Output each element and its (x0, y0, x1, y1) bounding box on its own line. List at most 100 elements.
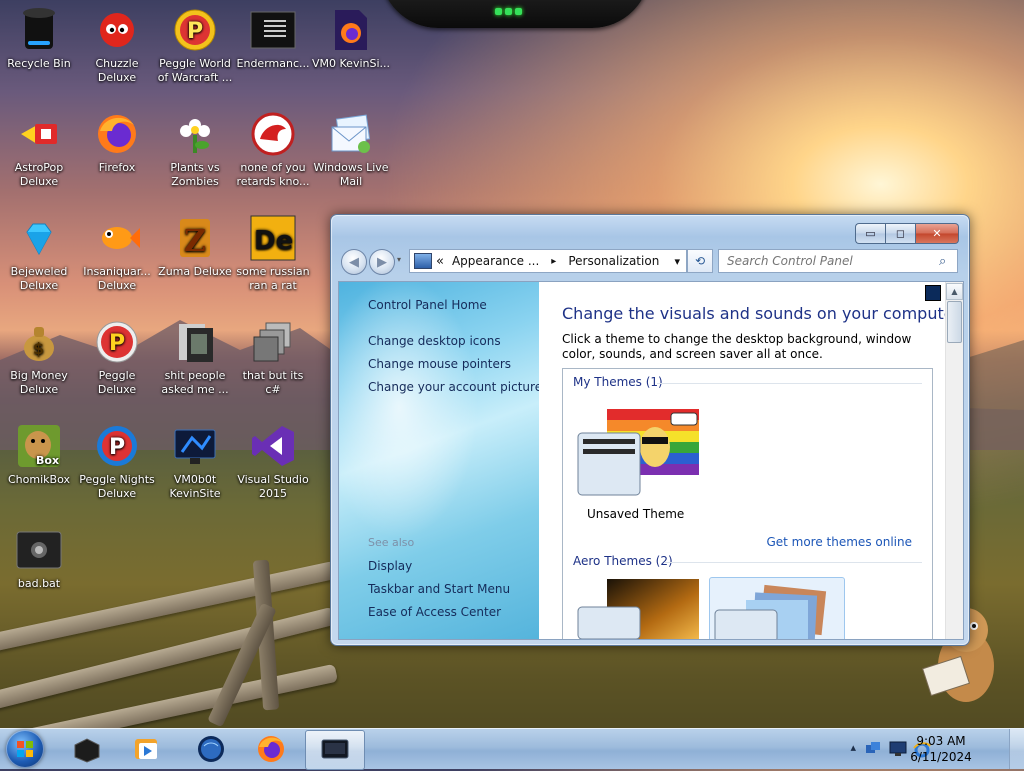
desktop-icon-peggle-wow[interactable]: P Peggle World of Warcraft ... (156, 6, 234, 85)
breadcrumb-appearance[interactable]: Appearance ... (452, 254, 539, 268)
ease-of-access-link[interactable]: Ease of Access Center (368, 605, 501, 619)
desktop-icon-recycle-bin[interactable]: Recycle Bin (0, 6, 78, 71)
desktop-icon-vm0-kevinsite[interactable]: VM0 KevinSi... (312, 6, 390, 71)
unsaved-theme-tile[interactable]: Unsaved Theme (577, 407, 707, 521)
desktop-icon-label: that but its c# (242, 369, 304, 396)
svg-text:$: $ (33, 339, 44, 358)
desktop-icon-bad-bat[interactable]: bad.bat (0, 526, 78, 591)
scroll-thumb[interactable] (947, 301, 962, 343)
desktop-icon-label: ChomikBox (8, 473, 70, 486)
personalization-main-pane: Change the visuals and sounds on your co… (539, 282, 960, 639)
clock-time: 9:03 AM (916, 734, 966, 748)
desktop-icon-big-money[interactable]: $ Big Money Deluxe (0, 318, 78, 397)
help-icon[interactable] (925, 285, 941, 301)
svg-text:Z: Z (184, 224, 206, 259)
goldfish-icon (93, 214, 141, 262)
refresh-button[interactable]: ⟲ (687, 249, 713, 273)
desktop-icon-chuzzle[interactable]: Chuzzle Deluxe (78, 6, 156, 85)
change-desktop-icons-link[interactable]: Change desktop icons (368, 334, 501, 348)
desktop-icon-plants-vs-zombies[interactable]: Plants vs Zombies (156, 110, 234, 189)
get-more-themes-link[interactable]: Get more themes online (766, 535, 912, 549)
desktop-icon-none-of-you[interactable]: none of you retards kno... (234, 110, 312, 189)
maximize-button[interactable]: ◻ (885, 223, 916, 244)
section-divider (657, 383, 922, 384)
control-panel-window: ▭ ◻ ✕ ◀ ▶ ▾ « Appearance ... ▸ Personali… (330, 214, 970, 646)
desktop-icon-label: some russian ran a rat (236, 265, 310, 292)
aero-theme-tile-1[interactable] (577, 579, 701, 639)
content-area: Control Panel Home Change desktop icons … (338, 281, 964, 640)
batch-file-icon (15, 526, 63, 574)
control-panel-taskbar-icon (321, 739, 349, 759)
network-icon[interactable] (865, 741, 881, 757)
display-link[interactable]: Display (368, 559, 412, 573)
monitor-icon[interactable] (889, 741, 907, 757)
desktop-icon-that-but-csharp[interactable]: that but its c# (234, 318, 312, 397)
media-player-icon (135, 739, 157, 759)
chuzzle-icon (93, 6, 141, 54)
recent-pages-chevron-icon[interactable]: ▾ (397, 255, 401, 264)
desktop-icon-windows-live-mail[interactable]: Windows Live Mail (312, 110, 390, 189)
vertical-scrollbar[interactable]: ▲ (945, 282, 963, 639)
address-overflow-chevron[interactable]: « (436, 254, 444, 269)
zuma-icon: Z (171, 214, 219, 262)
desktop-icon-bejeweled[interactable]: Bejeweled Deluxe (0, 214, 78, 293)
address-bar[interactable]: « Appearance ... ▸ Personalization ▾ (409, 249, 687, 273)
peggle-icon: P (93, 318, 141, 366)
minimize-button[interactable]: ▭ (855, 223, 885, 244)
desktop-icon-vm0b0t[interactable]: VM0b0t KevinSite (156, 422, 234, 501)
taskbar-app-black-box[interactable] (58, 730, 116, 768)
desktop-icon-label: Visual Studio 2015 (237, 473, 309, 500)
start-button[interactable] (6, 730, 44, 768)
back-button[interactable]: ◀ (341, 249, 367, 275)
desktop-icon-astropop[interactable]: AstroPop Deluxe (0, 110, 78, 189)
system-clock[interactable]: 9:03 AM 6/11/2024 (906, 733, 976, 765)
black-box-app-icon (74, 738, 100, 763)
firefox-icon (258, 736, 284, 762)
window-controls: ▭ ◻ ✕ (855, 223, 959, 244)
control-panel-home-link[interactable]: Control Panel Home (368, 298, 487, 312)
page-title: Change the visuals and sounds on your co… (562, 304, 961, 323)
taskbar-app-control-panel[interactable] (305, 730, 365, 770)
show-desktop-button[interactable] (1009, 729, 1024, 769)
desktop-icon-peggle-deluxe[interactable]: P Peggle Deluxe (78, 318, 156, 397)
svg-text:De: De (254, 226, 293, 256)
search-box[interactable]: ⌕ (718, 249, 958, 273)
scroll-up-arrow[interactable]: ▲ (946, 283, 963, 300)
desktop-icon-insaniquarium[interactable]: Insaniquar... Deluxe (78, 214, 156, 293)
show-hidden-icons-button[interactable]: ▴ (850, 741, 856, 754)
aero-theme-tile-2[interactable] (709, 577, 845, 639)
task-pane: Control Panel Home Change desktop icons … (339, 282, 542, 639)
visual-studio-icon (249, 422, 297, 470)
desktop-icon-some-russian[interactable]: De some russian ran a rat (234, 214, 312, 293)
forward-button[interactable]: ▶ (369, 249, 395, 275)
breadcrumb-personalization[interactable]: Personalization (568, 254, 659, 268)
desktop-icon-label: Windows Live Mail (313, 161, 389, 188)
change-mouse-pointers-link[interactable]: Change mouse pointers (368, 357, 511, 371)
firefox-document-icon (327, 6, 375, 54)
desktop-icon-peggle-nights[interactable]: P Peggle Nights Deluxe (78, 422, 156, 501)
search-icon[interactable]: ⌕ (939, 254, 946, 269)
desktop-icon-label: AstroPop Deluxe (14, 161, 64, 188)
svg-text:P: P (109, 331, 125, 356)
taskbar-app-media-player[interactable] (118, 730, 176, 768)
desktop-icon-zuma[interactable]: Z Zuma Deluxe (156, 214, 234, 279)
address-dropdown-icon[interactable]: ▾ (674, 255, 680, 268)
change-account-picture-link[interactable]: Change your account picture (368, 380, 542, 394)
flower-icon (171, 110, 219, 158)
close-button[interactable]: ✕ (916, 223, 959, 244)
aero-themes-header: Aero Themes (2) (573, 554, 673, 568)
taskbar-app-firefox[interactable] (242, 730, 300, 768)
forward-arrow-icon: ▶ (377, 254, 387, 270)
breadcrumb-separator-icon[interactable]: ▸ (551, 256, 556, 267)
desktop-icon-firefox[interactable]: Firefox (78, 110, 156, 175)
desktop-icon-label: shit people asked me ... (161, 369, 229, 396)
search-input[interactable] (725, 253, 939, 269)
desktop-icon-chomikbox[interactable]: Box ChomikBox (0, 422, 78, 487)
control-panel-icon (414, 253, 432, 269)
taskbar-start-menu-link[interactable]: Taskbar and Start Menu (368, 582, 510, 596)
desktop-icon-shit-people[interactable]: shit people asked me ... (156, 318, 234, 397)
taskbar-app-globe[interactable] (182, 730, 240, 768)
desktop-icon-endermanc[interactable]: Endermanc... (234, 6, 312, 71)
desktop-icon-label: VM0 KevinSi... (312, 57, 391, 70)
desktop-icon-visual-studio[interactable]: Visual Studio 2015 (234, 422, 312, 501)
